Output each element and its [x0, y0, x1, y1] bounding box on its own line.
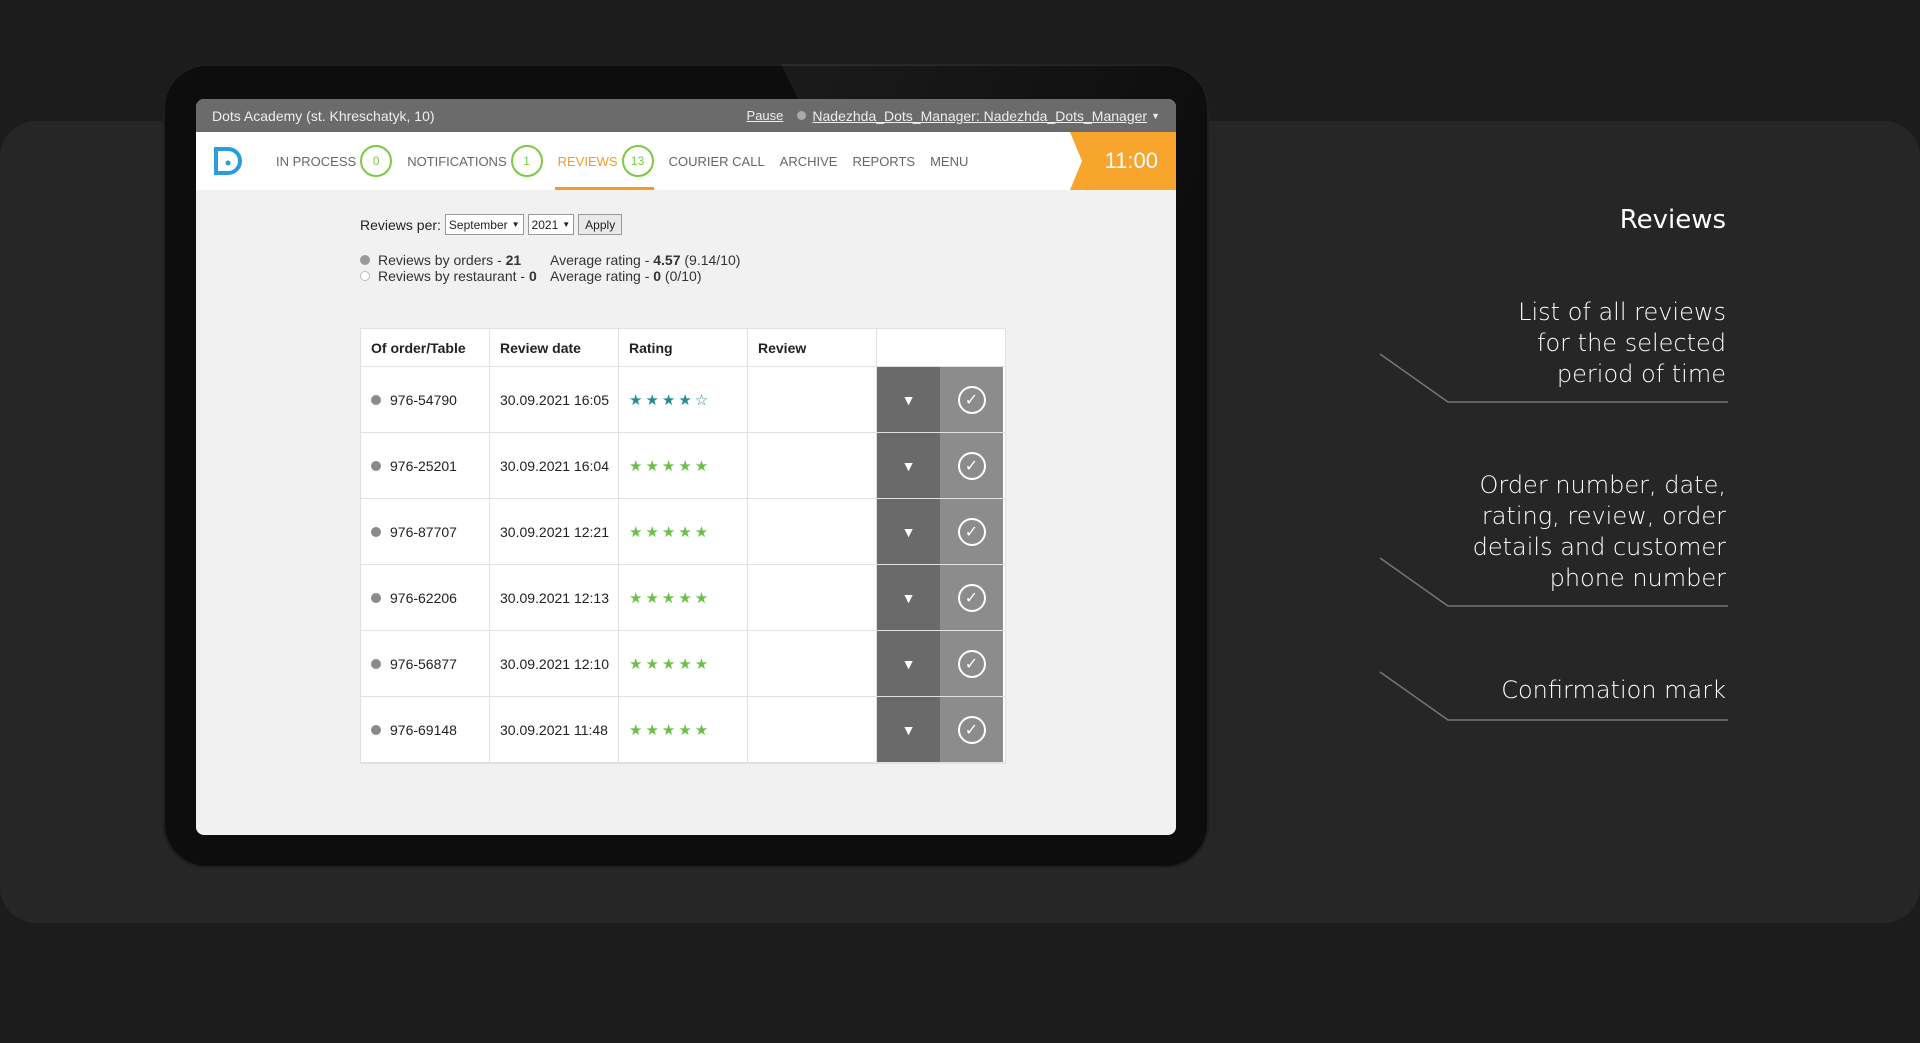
annotation-order-details: Order number, date, rating, review, orde… — [1472, 471, 1726, 592]
annotation-title: Reviews — [1619, 205, 1726, 235]
annotation-list-of-reviews: List of all reviews for the selected per… — [1518, 298, 1726, 388]
annotation-confirmation: Confirmation mark — [1501, 676, 1726, 704]
